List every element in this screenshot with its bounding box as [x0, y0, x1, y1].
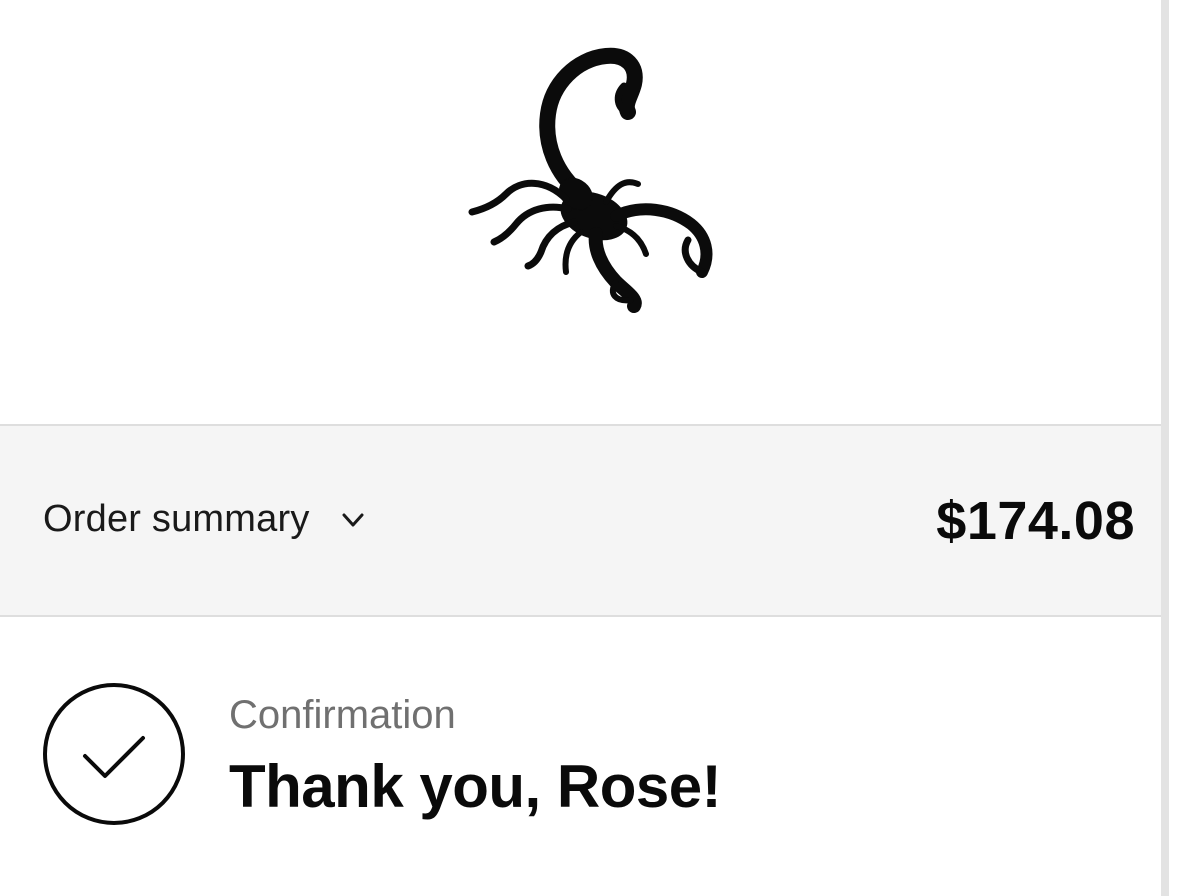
- checkout-confirmation-page: Order summary $174.08 Confirmation Thank…: [0, 0, 1179, 896]
- scorpion-icon: [468, 47, 713, 313]
- thank-you-heading: Thank you, Rose!: [229, 753, 722, 820]
- confirmation-label: Confirmation: [229, 693, 456, 737]
- chevron-down-icon: [342, 513, 364, 526]
- order-summary-toggle[interactable]: Order summary: [43, 498, 368, 541]
- order-summary-label: Order summary: [43, 498, 310, 540]
- header: [0, 0, 1161, 426]
- scrollbar[interactable]: [1161, 0, 1179, 896]
- checkmark-circle-icon: [43, 683, 185, 825]
- order-total: $174.08: [936, 491, 1135, 551]
- order-summary-bar: Order summary $174.08: [0, 424, 1161, 617]
